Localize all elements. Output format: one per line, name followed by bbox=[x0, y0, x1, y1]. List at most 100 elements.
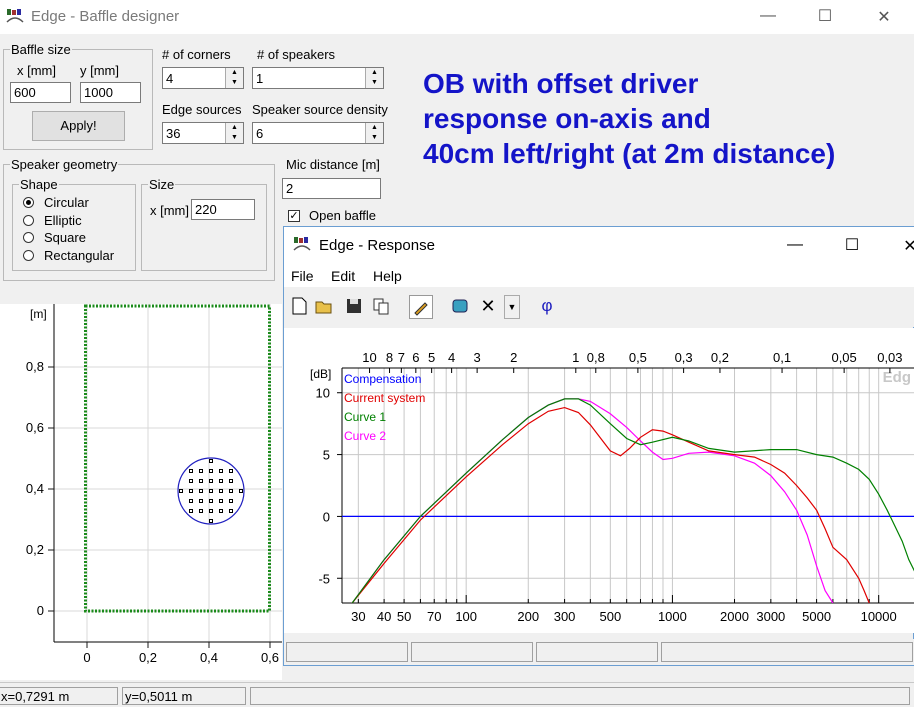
spin-up-icon[interactable]: ▲ bbox=[226, 68, 243, 78]
y-tick-label: 0,4 bbox=[26, 481, 44, 496]
x-tick-label: 0,6 bbox=[261, 650, 279, 665]
size-x-label: x [mm] bbox=[150, 203, 189, 218]
menu-help[interactable]: Help bbox=[373, 268, 402, 284]
radio-icon[interactable] bbox=[23, 250, 34, 261]
source-point bbox=[219, 509, 223, 513]
phase-icon[interactable]: φ bbox=[536, 295, 558, 317]
x-tick-label: 10000 bbox=[861, 609, 897, 624]
y-unit-label: [m] bbox=[30, 307, 47, 321]
y-axis-label: [dB] bbox=[310, 367, 331, 381]
source-point bbox=[219, 499, 223, 503]
response-chart[interactable]: Edg1050-5[dB]30 40 50 70 100 200 300 500 1000 200… bbox=[284, 328, 914, 633]
x-tick-label: 0,2 bbox=[139, 650, 157, 665]
baffle-grid bbox=[54, 304, 282, 642]
baffle-y-input[interactable]: 1000 bbox=[80, 82, 141, 103]
source-point bbox=[229, 509, 233, 513]
status-y: y=0,5011 m bbox=[122, 687, 246, 705]
spin-up-icon[interactable]: ▲ bbox=[366, 123, 383, 133]
headline-note: OB with offset driver response on-axis a… bbox=[423, 66, 835, 171]
delete-icon[interactable]: ✕ bbox=[477, 295, 499, 317]
copy-icon[interactable] bbox=[370, 295, 392, 317]
source-point bbox=[199, 499, 203, 503]
x-tick-label: 30 bbox=[351, 609, 365, 624]
edge-sources-stepper[interactable]: 36 ▲ ▼ bbox=[162, 122, 244, 144]
headline-line-1: OB with offset driver bbox=[423, 68, 699, 99]
radio-icon[interactable] bbox=[23, 215, 34, 226]
response-menu-bar: File Edit Help bbox=[284, 265, 914, 287]
watermark: Edg bbox=[883, 369, 911, 386]
pencil-icon[interactable] bbox=[409, 295, 433, 319]
edge-sources-value: 36 bbox=[166, 126, 181, 141]
radio-icon[interactable] bbox=[23, 197, 34, 208]
source-point bbox=[199, 509, 203, 513]
top-tick-label: 6 bbox=[412, 350, 419, 365]
response-title-bar: Edge - Response — ☐ ✕ bbox=[284, 227, 914, 265]
maximize-icon[interactable]: ☐ bbox=[829, 235, 875, 255]
chart-grid bbox=[342, 368, 914, 603]
baffle-plot[interactable]: [m] 0,8 0,6 0,4 0,2 0 0 0,2 0,4 0,6 bbox=[0, 304, 282, 680]
close-icon[interactable]: ✕ bbox=[861, 7, 907, 27]
source-point bbox=[219, 479, 223, 483]
spin-down-icon[interactable]: ▼ bbox=[226, 133, 243, 143]
maximize-icon[interactable]: ☐ bbox=[802, 6, 848, 26]
source-point bbox=[209, 469, 213, 473]
baffle-y-label: y [mm] bbox=[80, 63, 119, 78]
dropdown-arrow-icon[interactable]: ▼ bbox=[504, 295, 520, 319]
response-status-cell bbox=[286, 642, 408, 662]
new-file-icon[interactable] bbox=[288, 295, 310, 317]
spin-up-icon[interactable]: ▲ bbox=[366, 68, 383, 78]
speakers-label: # of speakers bbox=[257, 47, 336, 62]
corners-stepper[interactable]: 4 ▲ ▼ bbox=[162, 67, 244, 89]
mic-distance-input[interactable]: 2 bbox=[282, 178, 381, 199]
source-density-value: 6 bbox=[256, 126, 264, 141]
radio-icon[interactable] bbox=[23, 232, 34, 243]
minimize-icon[interactable]: — bbox=[745, 7, 791, 25]
response-status-cell bbox=[411, 642, 533, 662]
legend-entry: Curve 1 bbox=[344, 410, 386, 424]
speakers-stepper[interactable]: 1 ▲ ▼ bbox=[252, 67, 384, 89]
menu-edit[interactable]: Edit bbox=[331, 268, 355, 284]
main-window-title: Edge - Baffle designer bbox=[31, 8, 180, 25]
top-tick-label: 0,5 bbox=[629, 350, 647, 365]
close-icon[interactable]: ✕ bbox=[887, 236, 914, 256]
minimize-icon[interactable]: — bbox=[772, 236, 818, 254]
source-point bbox=[199, 479, 203, 483]
response-status-bar bbox=[284, 639, 914, 665]
speaker-icon[interactable] bbox=[449, 295, 471, 317]
top-tick-label: 0,05 bbox=[831, 350, 856, 365]
x-tick-label: 70 bbox=[427, 609, 441, 624]
spin-down-icon[interactable]: ▼ bbox=[366, 133, 383, 143]
spin-down-icon[interactable]: ▼ bbox=[226, 78, 243, 88]
open-folder-icon[interactable] bbox=[313, 295, 335, 317]
spin-down-icon[interactable]: ▼ bbox=[366, 78, 383, 88]
response-graph[interactable]: Edg 10 5 0 -5 [dB] 30 40 50 70 100 200 300 500 1000 200… bbox=[284, 328, 914, 633]
shape-label: Elliptic bbox=[44, 213, 82, 228]
x-tick-label: 500 bbox=[599, 609, 621, 624]
x-tick-label: 300 bbox=[554, 609, 576, 624]
baffle-x-input[interactable]: 600 bbox=[10, 82, 71, 103]
source-point bbox=[189, 509, 193, 513]
response-window: Edge - Response — ☐ ✕ File Edit Help ✕ ▼… bbox=[283, 226, 914, 666]
headline-line-3: 40cm left/right (at 2m distance) bbox=[423, 138, 836, 169]
save-icon[interactable] bbox=[343, 295, 365, 317]
open-baffle-label: Open baffle bbox=[309, 208, 376, 223]
size-legend: Size bbox=[149, 177, 175, 192]
source-point bbox=[229, 469, 233, 473]
source-density-label: Speaker source density bbox=[252, 102, 388, 117]
source-point bbox=[209, 519, 213, 523]
top-tick-label: 10 bbox=[362, 350, 376, 365]
y-tick-label: 10 bbox=[316, 386, 330, 401]
size-x-input[interactable]: 220 bbox=[191, 199, 255, 220]
baffle-plot-area[interactable]: [m] 0,8 0,6 0,4 0,2 0 0 0,2 0,4 0,6 bbox=[0, 304, 282, 680]
menu-file[interactable]: File bbox=[291, 268, 314, 284]
apply-button[interactable]: Apply! bbox=[32, 111, 125, 141]
spin-up-icon[interactable]: ▲ bbox=[226, 123, 243, 133]
source-point bbox=[179, 489, 183, 493]
source-density-stepper[interactable]: 6 ▲ ▼ bbox=[252, 122, 384, 144]
corners-value: 4 bbox=[166, 71, 174, 86]
y-tick-label: -5 bbox=[318, 571, 330, 586]
open-baffle-checkbox[interactable]: ✓ bbox=[288, 210, 300, 222]
top-tick-label: 7 bbox=[398, 350, 405, 365]
legend-entry: Compensation bbox=[344, 372, 421, 386]
y-tick-label: 5 bbox=[323, 448, 330, 463]
